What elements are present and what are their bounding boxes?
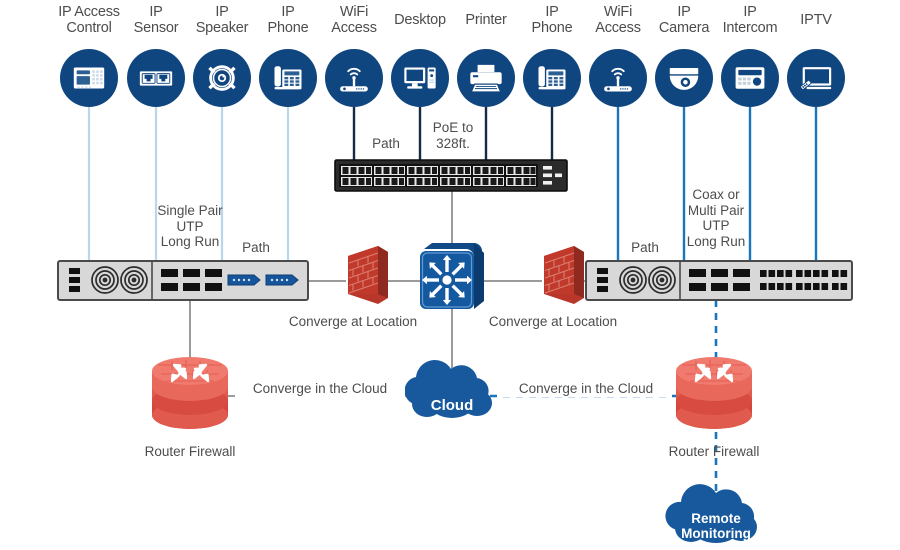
fiber-connector-a: [227, 274, 261, 286]
annotation-converge-at-location-left: Converge at Location: [288, 314, 418, 329]
cloud-main-label: Cloud: [430, 397, 474, 414]
endpoint-ip-camera[interactable]: [655, 49, 713, 107]
backbone-lines: [189, 190, 718, 500]
right-media-converter-panel[interactable]: [585, 260, 853, 301]
brick-firewall-right: [544, 246, 584, 304]
annotation-converge-in-cloud-left: Converge in the Cloud: [235, 381, 405, 397]
router-firewall-left-device[interactable]: [152, 357, 228, 429]
annotation-poe-distance: PoE to 328ft.: [432, 120, 474, 151]
annotation-converge-in-cloud-right: Converge in the Cloud: [501, 381, 671, 397]
annotation-coax-multi-pair-utp-long-run: Coax or Multi Pair UTP Long Run: [686, 187, 746, 249]
label-router-firewall-right: Router Firewall: [668, 444, 760, 459]
endpoint-wifi-access-right[interactable]: [589, 49, 647, 107]
annotation-single-pair-utp-long-run: Single Pair UTP Long Run: [157, 203, 223, 249]
endpoint-circles: [60, 49, 845, 107]
endpoint-printer[interactable]: [457, 49, 515, 107]
endpoint-desktop[interactable]: [391, 49, 449, 107]
core-converged-switch[interactable]: [412, 243, 484, 315]
endpoint-iptv[interactable]: [787, 49, 845, 107]
label-router-firewall-left: Router Firewall: [144, 444, 236, 459]
endpoint-ip-sensor[interactable]: [127, 49, 185, 107]
left-media-converter-panel[interactable]: [57, 260, 309, 301]
label-iptv: IPTV: [800, 12, 832, 28]
diagram-svg: [57, 49, 853, 543]
annotation-path-left-panel: Path: [242, 240, 270, 255]
poe-network-switch[interactable]: [334, 159, 568, 192]
router-firewall-right-device[interactable]: [676, 357, 752, 429]
annotation-path-right-panel: Path: [631, 240, 659, 255]
endpoint-ip-phone-left[interactable]: [259, 49, 317, 107]
endpoint-ip-intercom[interactable]: [721, 49, 779, 107]
annotation-path-switch: Path: [372, 136, 400, 151]
endpoint-ip-access-control[interactable]: [60, 49, 118, 107]
cloud-remote-monitoring-label: Remote Monitoring: [681, 511, 751, 541]
network-diagram-canvas: IP Access Control IP Sensor IP Speaker I…: [0, 0, 900, 550]
annotation-converge-at-location-right: Converge at Location: [488, 314, 618, 329]
fiber-connector-b: [265, 274, 299, 286]
endpoint-ip-speaker[interactable]: [193, 49, 251, 107]
brick-firewall-left: [348, 246, 388, 304]
endpoint-ip-phone-right[interactable]: [523, 49, 581, 107]
endpoint-wifi-access-left[interactable]: [325, 49, 383, 107]
